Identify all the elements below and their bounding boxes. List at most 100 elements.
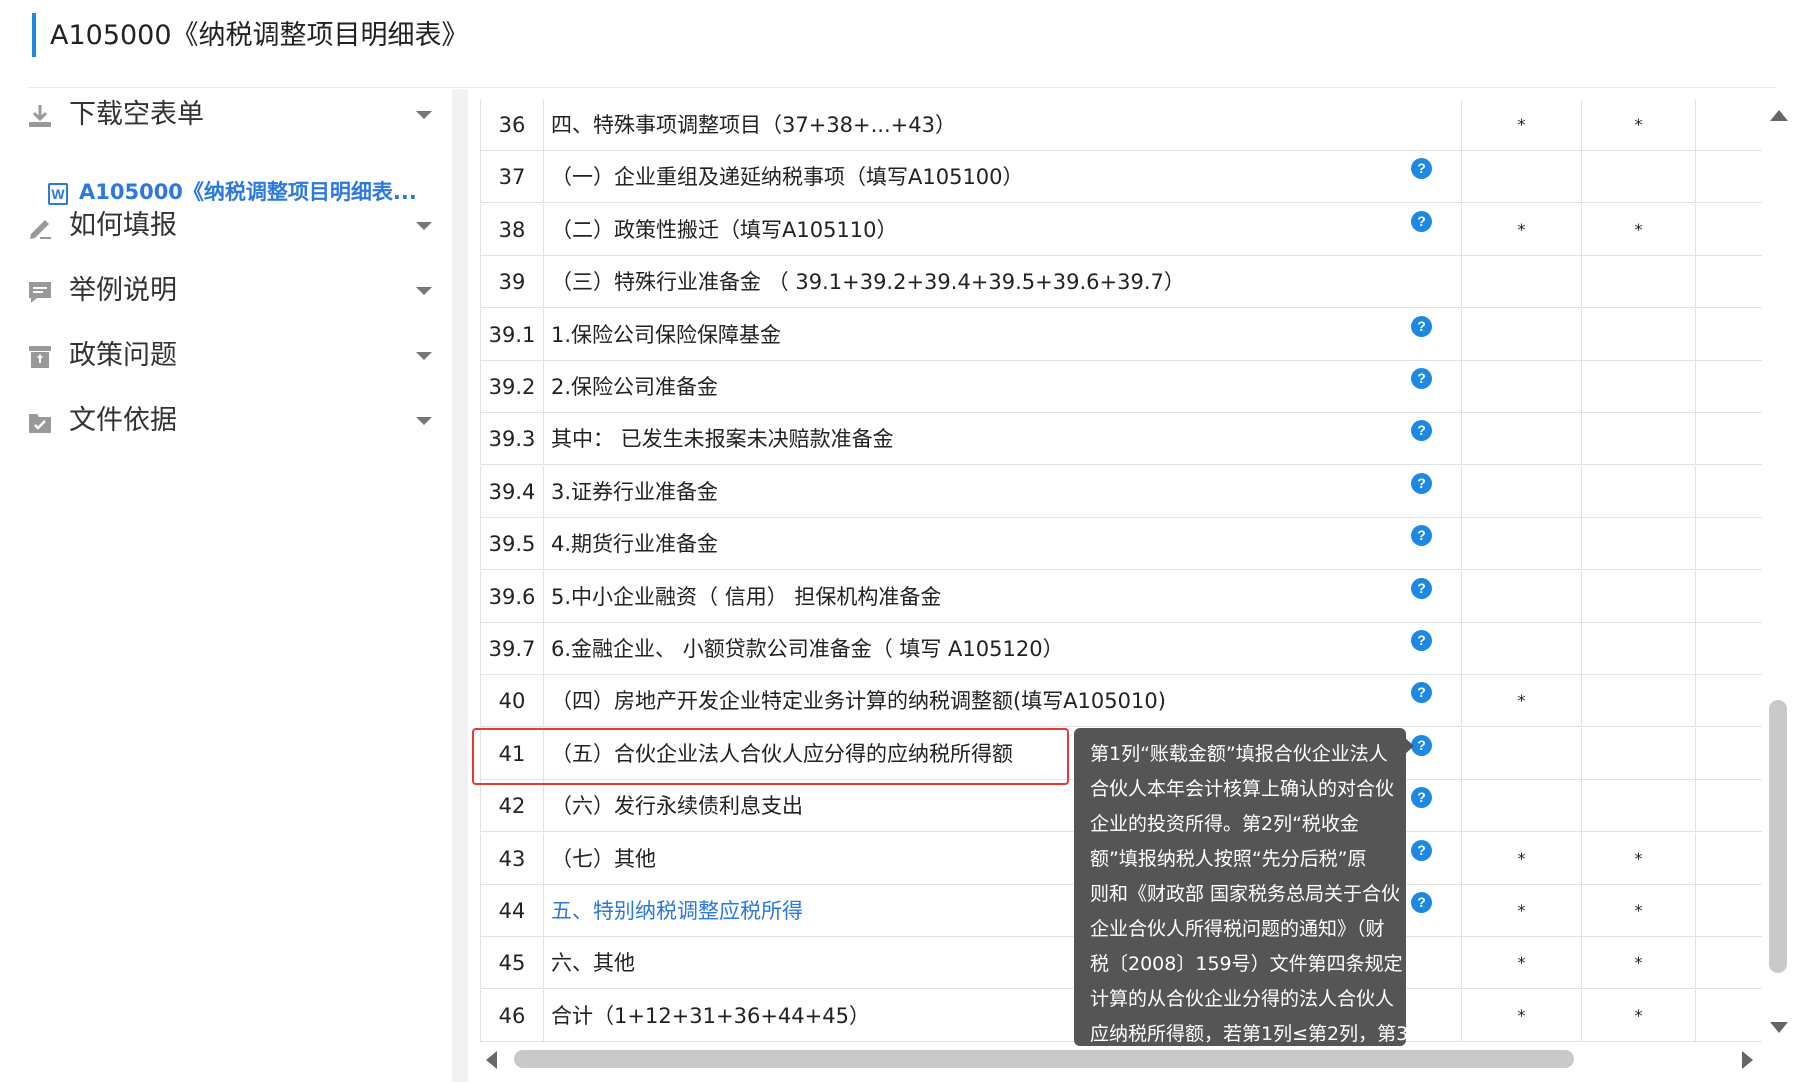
- row-name: （二）政策性搬迁（填写A105110）: [544, 203, 1462, 256]
- cell-col-3[interactable]: [1696, 518, 1762, 570]
- row-number: 39.4: [480, 465, 544, 518]
- cell-col-2[interactable]: *: [1582, 99, 1696, 151]
- cell-col-3[interactable]: [1696, 675, 1762, 727]
- cell-col-2[interactable]: [1582, 570, 1696, 623]
- tooltip-line: 合伙人本年会计核算上确认的对合伙: [1090, 778, 1395, 800]
- cell-col-2[interactable]: [1582, 151, 1696, 204]
- cell-col-3[interactable]: [1696, 937, 1762, 989]
- chevron-down-icon[interactable]: [416, 417, 432, 425]
- cell-col-1[interactable]: *: [1462, 99, 1582, 151]
- cell-col-3[interactable]: [1696, 990, 1762, 1042]
- cell-col-1[interactable]: *: [1462, 203, 1582, 256]
- sidebar-item-policy[interactable]: 政策问题: [0, 331, 452, 381]
- cell-col-2[interactable]: *: [1582, 832, 1696, 885]
- help-icon[interactable]: ?: [1411, 472, 1432, 494]
- table-row: 39.5 4.期货行业准备金?: [480, 518, 1762, 571]
- cell-col-2[interactable]: [1582, 361, 1696, 413]
- page-header: A105000《纳税调整项目明细表》: [0, 0, 1806, 88]
- vertical-scroll-thumb[interactable]: [1769, 700, 1787, 973]
- cell-col-1[interactable]: [1462, 151, 1582, 204]
- cell-col-2[interactable]: [1582, 727, 1696, 780]
- chevron-down-icon[interactable]: [416, 287, 432, 295]
- tooltip-line: 税〔2008〕159号）文件第四条规定: [1090, 953, 1403, 975]
- horizontal-scroll-thumb[interactable]: [514, 1050, 1574, 1068]
- sidebar-item-documents[interactable]: 文件依据: [0, 396, 452, 446]
- cell-col-2[interactable]: [1582, 675, 1696, 728]
- scroll-up-icon[interactable]: [1770, 110, 1788, 121]
- cell-col-2[interactable]: [1582, 518, 1696, 571]
- cell-col-3[interactable]: [1696, 99, 1762, 151]
- scroll-left-icon[interactable]: [486, 1051, 497, 1069]
- cell-col-3[interactable]: [1696, 571, 1762, 623]
- sidebar-item-how-to-fill[interactable]: 如何填报: [0, 201, 452, 251]
- help-icon[interactable]: ?: [1411, 210, 1432, 232]
- cell-col-1[interactable]: *: [1462, 675, 1582, 728]
- scroll-right-icon[interactable]: [1742, 1051, 1753, 1069]
- sidebar: 下载空表单 W A105000《纳税调整项目明细表... 如何填报 举例说明 政…: [0, 89, 452, 1082]
- cell-col-2[interactable]: [1582, 623, 1696, 675]
- cell-col-1[interactable]: *: [1462, 832, 1582, 885]
- cell-col-3[interactable]: [1696, 361, 1762, 413]
- tooltip-arrow: [1404, 737, 1414, 755]
- table-row: 39.4 3.证券行业准备金?: [480, 465, 1762, 518]
- help-icon[interactable]: ?: [1411, 368, 1432, 389]
- cell-col-1[interactable]: [1462, 465, 1582, 518]
- cell-col-1[interactable]: [1462, 727, 1582, 780]
- cell-col-2[interactable]: [1582, 465, 1696, 518]
- help-icon[interactable]: ?: [1411, 315, 1432, 337]
- help-icon[interactable]: ?: [1411, 630, 1432, 651]
- chevron-down-icon[interactable]: [416, 222, 432, 230]
- cell-col-1[interactable]: [1462, 623, 1582, 675]
- cell-col-1[interactable]: [1462, 518, 1582, 571]
- cell-col-1[interactable]: *: [1462, 989, 1582, 1042]
- row-name: 其中： 已发生未报案未决赔款准备金: [544, 413, 1462, 466]
- cell-col-3[interactable]: [1696, 780, 1762, 832]
- download-icon: [29, 105, 51, 127]
- cell-col-1[interactable]: *: [1462, 885, 1582, 937]
- chevron-down-icon[interactable]: [416, 352, 432, 360]
- cell-col-1[interactable]: [1462, 361, 1582, 413]
- cell-col-3[interactable]: [1696, 833, 1762, 885]
- cell-col-3[interactable]: [1696, 309, 1762, 361]
- cell-col-1[interactable]: *: [1462, 937, 1582, 990]
- horizontal-scrollbar[interactable]: [478, 1046, 1768, 1072]
- cell-col-2[interactable]: [1582, 308, 1696, 361]
- cell-col-3[interactable]: [1696, 728, 1762, 780]
- chevron-down-icon[interactable]: [416, 111, 432, 119]
- tooltip-line: 第1列“账载金额”填报合伙企业法人: [1090, 743, 1388, 765]
- cell-col-2[interactable]: *: [1582, 885, 1696, 937]
- sidebar-item-examples[interactable]: 举例说明: [0, 266, 452, 316]
- row-name: 6.金融企业、 小额贷款公司准备金（ 填写 A105120）: [544, 623, 1462, 675]
- help-icon[interactable]: ?: [1411, 577, 1432, 599]
- title-accent-bar: [32, 13, 36, 57]
- cell-col-2[interactable]: [1582, 413, 1696, 466]
- row-number: 45: [480, 937, 544, 990]
- cell-col-3[interactable]: [1696, 151, 1762, 203]
- help-tooltip: 第1列“账载金额”填报合伙企业法人 合伙人本年会计核算上确认的对合伙 企业的投资所得…: [1074, 728, 1406, 1046]
- cell-col-2[interactable]: [1582, 256, 1696, 309]
- help-icon[interactable]: ?: [1411, 839, 1432, 861]
- cell-col-1[interactable]: [1462, 570, 1582, 623]
- cell-col-3[interactable]: [1696, 256, 1762, 308]
- help-icon[interactable]: ?: [1411, 892, 1432, 913]
- scroll-down-icon[interactable]: [1770, 1022, 1788, 1033]
- cell-col-3[interactable]: [1696, 466, 1762, 518]
- cell-col-3[interactable]: [1696, 204, 1762, 256]
- vertical-scrollbar[interactable]: [1766, 100, 1792, 1044]
- cell-col-3[interactable]: [1696, 413, 1762, 465]
- cell-col-1[interactable]: [1462, 780, 1582, 833]
- cell-col-3[interactable]: [1696, 885, 1762, 937]
- cell-col-2[interactable]: *: [1582, 937, 1696, 990]
- cell-col-3[interactable]: [1696, 623, 1762, 675]
- cell-col-2[interactable]: *: [1582, 203, 1696, 256]
- cell-col-1[interactable]: [1462, 413, 1582, 466]
- cell-col-2[interactable]: [1582, 780, 1696, 833]
- sidebar-item-download[interactable]: 下载空表单: [0, 90, 452, 140]
- row-number: 36: [480, 99, 544, 151]
- cell-col-2[interactable]: *: [1582, 989, 1696, 1042]
- help-icon[interactable]: ?: [1411, 734, 1432, 756]
- cell-col-1[interactable]: [1462, 256, 1582, 309]
- cell-col-1[interactable]: [1462, 308, 1582, 361]
- sidebar-item-label: 下载空表单: [69, 99, 204, 130]
- tooltip-line: 应纳税所得额，若第1列≤第2列，第3: [1090, 1023, 1406, 1045]
